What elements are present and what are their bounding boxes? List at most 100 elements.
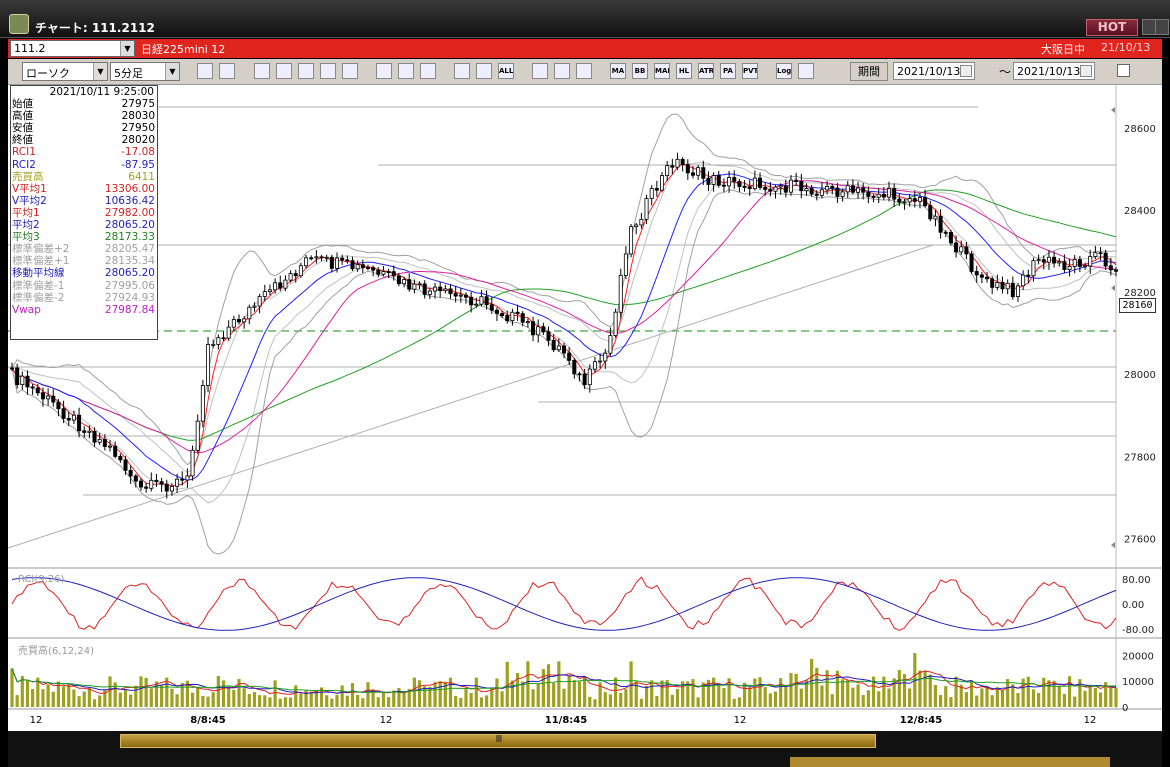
candle-icon[interactable]: [454, 63, 470, 79]
volume-bar: [851, 687, 855, 707]
data-label: 安値: [12, 122, 33, 135]
volume-bar: [283, 697, 288, 707]
scale-icon[interactable]: [320, 63, 336, 79]
undo-icon[interactable]: [420, 63, 436, 79]
volume-bar: [541, 669, 545, 707]
pencil-icon[interactable]: [376, 63, 392, 79]
candle-body: [267, 289, 272, 293]
candle-body: [138, 480, 143, 488]
brush-icon[interactable]: [554, 63, 570, 79]
volume-bar: [350, 683, 355, 707]
candle-body: [825, 186, 830, 191]
hl-icon[interactable]: HL: [676, 63, 692, 79]
chart-type-select[interactable]: ローソク ▼: [22, 62, 108, 81]
pvt-icon[interactable]: PVT: [742, 63, 758, 79]
chevron-down-icon[interactable]: ▼: [165, 63, 179, 80]
interval-select[interactable]: 5分足 ▼: [110, 62, 180, 81]
volume-bar: [469, 693, 473, 707]
volume-label: 売買高(6,12,24): [18, 644, 94, 657]
volume-bar: [1088, 684, 1092, 707]
mae-icon[interactable]: MAE: [654, 63, 670, 79]
chevron-down-icon[interactable]: ▼: [120, 41, 134, 56]
all-icon[interactable]: ALL: [498, 63, 514, 79]
volume-bar: [1037, 692, 1041, 707]
hot-button[interactable]: HOT: [1086, 19, 1138, 36]
candle-body: [1021, 274, 1026, 287]
data-label: 平均1: [12, 206, 40, 219]
candle-body: [1026, 274, 1031, 277]
calendar-icon[interactable]: [960, 65, 972, 77]
rci-label: RCI(9,26): [18, 574, 65, 585]
candle-body: [979, 274, 984, 278]
candle-body: [567, 352, 572, 361]
candle-body: [587, 368, 592, 386]
print-icon[interactable]: [798, 63, 814, 79]
data-label: V平均1: [12, 182, 47, 195]
palette-icon[interactable]: [576, 63, 592, 79]
close-icon[interactable]: [1155, 19, 1169, 35]
candle-body: [902, 201, 907, 204]
minimize-icon[interactable]: [1142, 19, 1156, 35]
blank-icon[interactable]: [342, 63, 358, 79]
candle-body: [845, 185, 850, 193]
symbol-select[interactable]: 111.2 ▼: [10, 40, 135, 57]
candle-body: [371, 267, 376, 271]
data-row: 標準偏差+2 28205.47: [11, 243, 157, 255]
chevron-down-icon[interactable]: ▼: [93, 63, 107, 80]
data-row: RCI1 -17.08: [11, 146, 157, 158]
calendar-icon[interactable]: [1080, 65, 1092, 77]
log-icon[interactable]: Log: [776, 63, 792, 79]
date-to-input[interactable]: 2021/10/13: [1013, 62, 1095, 80]
candle-body: [288, 273, 293, 281]
data-label: 平均3: [12, 231, 40, 244]
candle-body: [608, 335, 613, 354]
volume-bar: [1114, 687, 1118, 707]
crosshair-icon[interactable]: [219, 63, 235, 79]
volume-bar: [1042, 677, 1046, 707]
volume-bar: [964, 692, 968, 707]
zoom-icon[interactable]: [276, 63, 292, 79]
volume-bar: [660, 680, 664, 707]
atr-icon[interactable]: ATR: [698, 63, 714, 79]
ma-icon[interactable]: MA: [610, 63, 626, 79]
volume-bar: [644, 686, 649, 707]
volume-bar: [980, 688, 984, 707]
candle-body: [892, 188, 897, 200]
date-from-input[interactable]: 2021/10/13: [893, 62, 975, 80]
volume-bar: [31, 688, 35, 707]
candle-body: [453, 293, 458, 297]
candle-body: [169, 485, 174, 492]
candle-body: [515, 311, 520, 314]
volume-bar: [737, 697, 742, 707]
volume-bar: [433, 682, 437, 707]
volume-bar: [846, 680, 850, 707]
volume-bar: [67, 683, 71, 707]
price-chart[interactable]: RCI(9,26) 売買高(6,12,24) 28600284002820028…: [8, 85, 1162, 731]
candle-body: [809, 188, 814, 195]
volume-bar: [386, 697, 391, 707]
grid-icon[interactable]: [532, 63, 548, 79]
arrow-down-icon[interactable]: [254, 63, 270, 79]
volume-bar: [211, 692, 215, 707]
candle-body: [185, 475, 190, 481]
candle-body: [804, 188, 809, 192]
cursor-icon[interactable]: [398, 63, 414, 79]
candle-icon[interactable]: [476, 63, 492, 79]
data-label: 標準偏差-2: [12, 291, 65, 304]
volume-bar: [531, 689, 535, 707]
bar-icon[interactable]: [298, 63, 314, 79]
candle-body: [479, 296, 484, 305]
search-icon[interactable]: [197, 63, 213, 79]
candle-body: [236, 319, 241, 323]
volume-bar: [495, 678, 499, 707]
para-icon[interactable]: PA RA: [720, 63, 736, 79]
period-button[interactable]: 期間: [850, 62, 888, 81]
range-checkbox[interactable]: [1117, 64, 1130, 77]
candle-body: [943, 231, 948, 234]
candle-body: [794, 179, 799, 182]
candle-body: [758, 177, 763, 188]
instrument-name: 日経225mini 12: [141, 43, 226, 56]
bb-icon[interactable]: BB: [632, 63, 648, 79]
candle-body: [912, 198, 917, 202]
volume-bar: [799, 688, 803, 707]
